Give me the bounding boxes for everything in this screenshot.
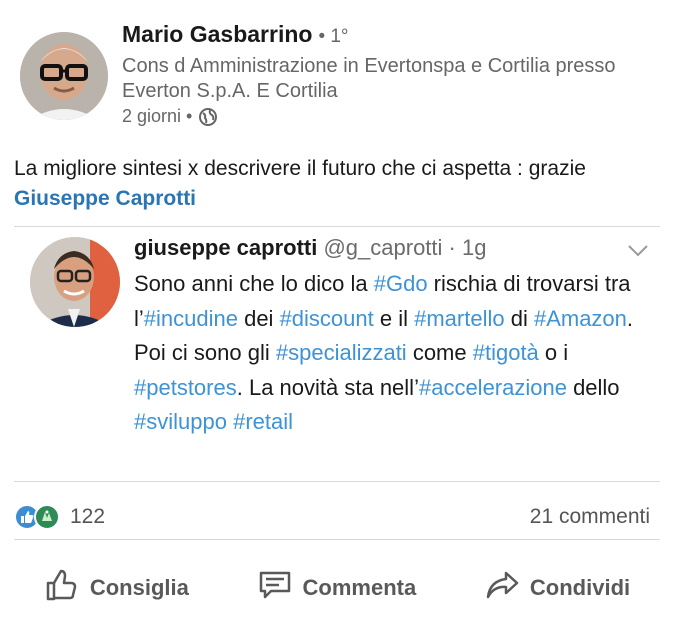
tweet-text: dei <box>237 305 280 331</box>
author-headline: Cons d Amministrazione in Evertonspa e C… <box>122 55 616 102</box>
tweet-text: e il <box>373 305 415 331</box>
like-button-label: Consiglia <box>89 575 189 600</box>
hashtag-link[interactable]: #incudine <box>144 306 238 331</box>
tweet-text: di <box>504 305 534 331</box>
post-meta: 2 giorni • <box>122 106 218 127</box>
mention-link[interactable]: Giuseppe Caprotti <box>14 187 196 210</box>
tweet-text: . La novità sta nell’ <box>236 374 419 400</box>
comment-icon <box>257 567 293 609</box>
tweet-text: o i <box>538 340 569 365</box>
tweet-avatar[interactable] <box>30 237 120 327</box>
share-button[interactable]: Condividi <box>484 567 630 609</box>
embedded-tweet[interactable]: giuseppe caprotti @g_caprotti · 1g Sono … <box>14 226 660 482</box>
social-counts: 122 21 commenti <box>14 494 660 540</box>
connection-degree: • 1° <box>318 26 349 47</box>
tweet-author-name[interactable]: giuseppe caprotti <box>134 235 317 260</box>
tweet-header: giuseppe caprotti @g_caprotti · 1g <box>134 235 486 261</box>
globe-icon <box>198 107 218 127</box>
comment-button[interactable]: Commenta <box>257 567 417 609</box>
reactions-summary[interactable]: 122 <box>14 503 106 530</box>
tweet-text: come <box>406 340 473 365</box>
celebrate-reaction-icon <box>34 503 60 530</box>
hashtag-link[interactable]: #discount <box>280 306 374 331</box>
hashtag-link[interactable]: #sviluppo <box>134 409 227 434</box>
reaction-icons <box>14 503 60 530</box>
post-header: Mario Gasbarrino • 1° Cons d Amministrazi… <box>0 0 674 140</box>
reaction-count: 122 <box>70 504 106 528</box>
chevron-down-icon[interactable] <box>626 243 650 259</box>
hashtag-link[interactable]: #Amazon <box>534 306 627 331</box>
tweet-handle: @g_caprotti · 1g <box>317 235 487 260</box>
post-text: La migliore sintesi x descrivere il futu… <box>14 154 664 214</box>
tweet-text: dello <box>566 374 620 400</box>
hashtag-link[interactable]: #tigotà <box>473 340 539 365</box>
tweet-text: Sono anni che lo dico la <box>134 271 374 296</box>
hashtag-link[interactable]: #specializzati <box>276 340 407 365</box>
post-text-body: La migliore sintesi x descrivere il futu… <box>14 157 586 180</box>
like-button[interactable]: Consiglia <box>44 567 189 609</box>
tweet-body: Sono anni che lo dico la #Gdo rischia di… <box>134 267 654 440</box>
action-bar: Consiglia Commenta Condividi <box>0 556 674 620</box>
author-line: Mario Gasbarrino • 1° <box>122 21 349 48</box>
share-button-label: Condividi <box>529 575 631 600</box>
comment-button-label: Commenta <box>302 575 417 600</box>
hashtag-link[interactable]: #accelerazione <box>419 375 567 400</box>
comments-count[interactable]: 21 commenti <box>530 505 650 529</box>
hashtag-link[interactable]: #retail <box>233 409 293 434</box>
share-arrow-icon <box>484 567 520 609</box>
thumbs-up-icon <box>44 567 80 609</box>
hashtag-link[interactable]: #Gdo <box>374 271 428 296</box>
author-name[interactable]: Mario Gasbarrino <box>122 21 312 47</box>
author-avatar[interactable] <box>20 32 108 120</box>
post-time: 2 giorni • <box>122 106 193 126</box>
hashtag-link[interactable]: #martello <box>414 306 504 331</box>
hashtag-link[interactable]: #petstores <box>134 375 237 400</box>
